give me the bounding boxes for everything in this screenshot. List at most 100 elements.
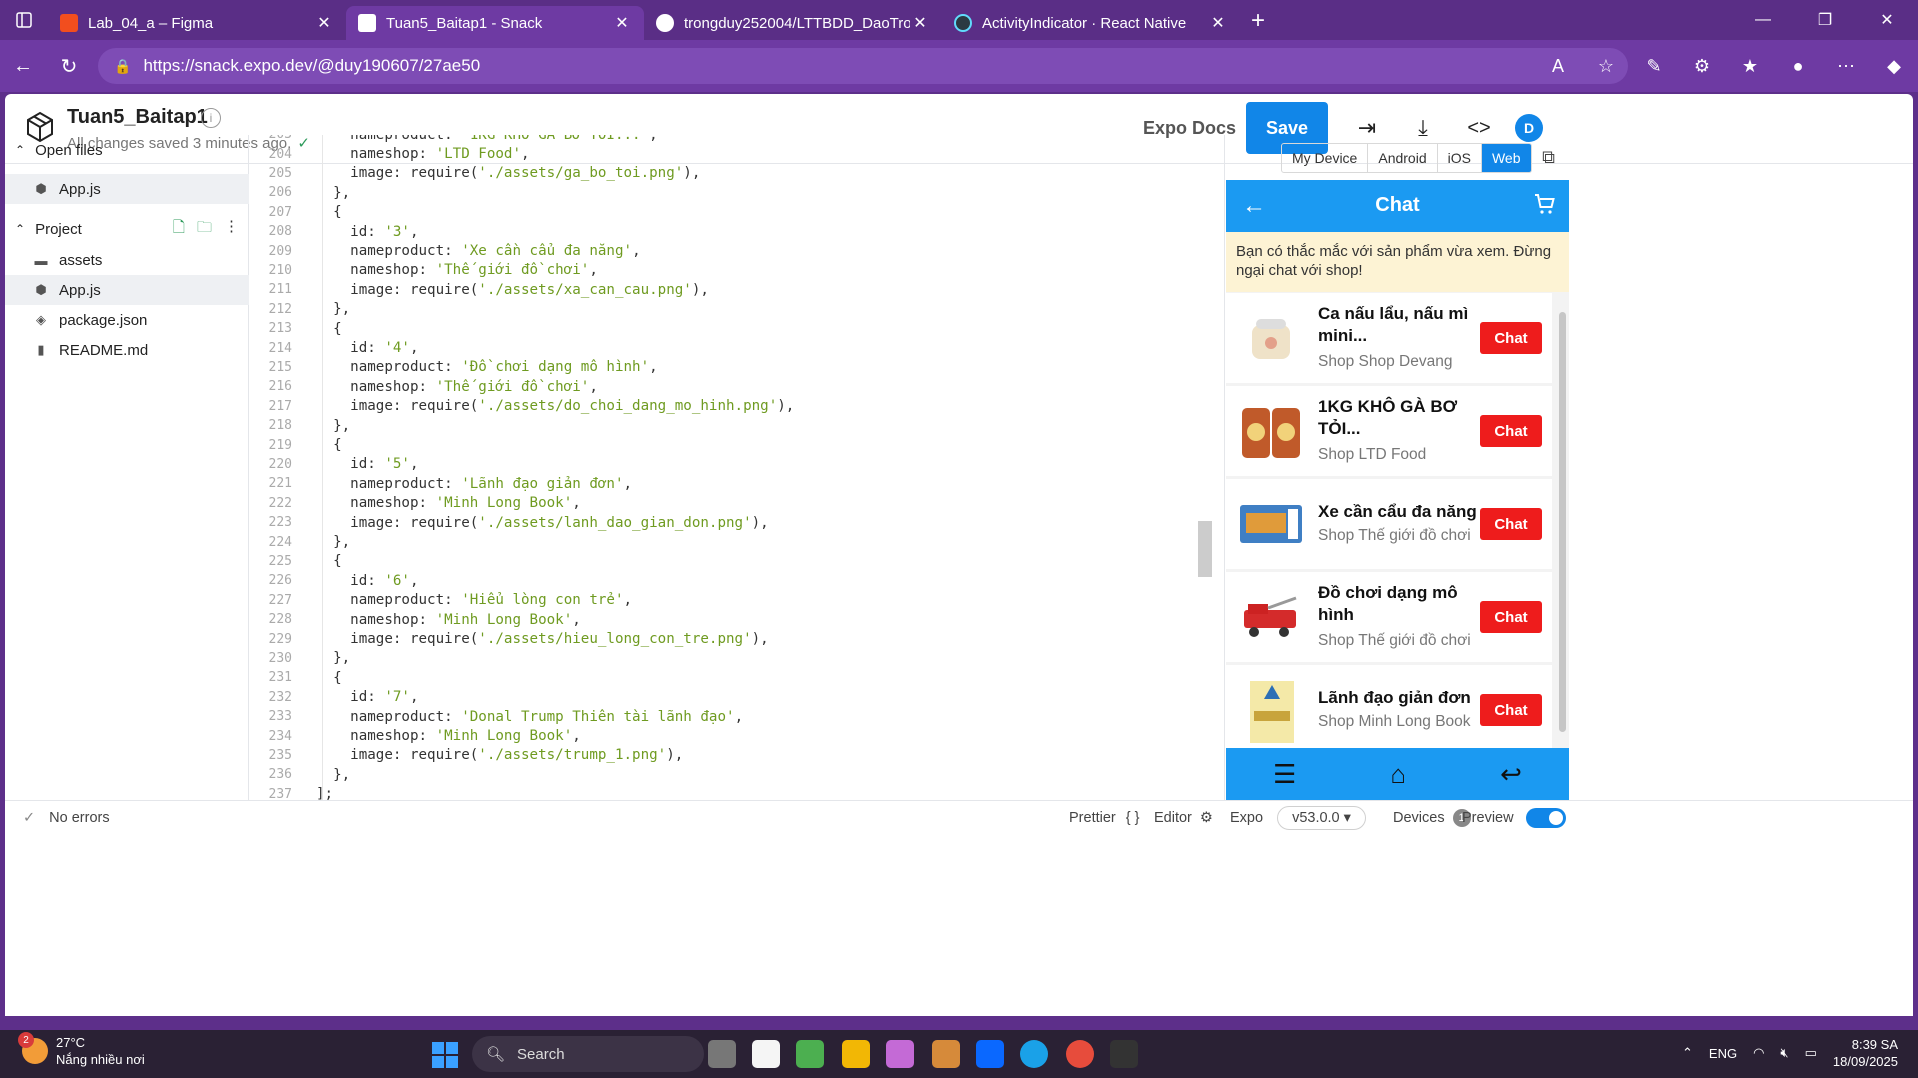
minimize-icon[interactable]: — (1732, 0, 1794, 40)
copilot-icon[interactable]: ◆ (1870, 46, 1918, 86)
restore-icon[interactable]: ❐ (1794, 0, 1856, 40)
editor-settings[interactable]: Editor ⚙ (1154, 810, 1213, 826)
chat-button[interactable]: Chat (1480, 508, 1542, 540)
close-icon[interactable]: ✕ (612, 13, 632, 33)
favorites-icon[interactable]: ★ (1726, 46, 1774, 86)
shop-name: Shop Minh Long Book (1318, 713, 1471, 730)
url-bar[interactable]: 🔒 https://snack.expo.dev/@duy190607/27ae… (98, 48, 1628, 84)
status-bar: ✓ No errors Prettier { } Editor ⚙ Expo v53.0… (5, 800, 1913, 834)
store-icon[interactable] (752, 1040, 780, 1068)
line-number: 228 (268, 612, 292, 628)
clock[interactable]: 8:39 SA 18/09/2025 (1833, 1036, 1898, 1070)
browser-tab-figma[interactable]: Lab_04_a – Figma ✕ (48, 6, 346, 40)
tree-item-package-json[interactable]: ◈ package.json (5, 305, 249, 335)
chevron-up-icon[interactable]: ⌃ (1682, 1045, 1693, 1061)
product-list[interactable]: Ca nấu lẩu, nấu mì mini... Shop Shop Dev… (1226, 293, 1569, 748)
file-label: App.js (59, 180, 101, 198)
close-icon[interactable]: ✕ (910, 13, 930, 33)
chat-title: Chat (1375, 194, 1420, 216)
line-number: 203 (250, 135, 292, 142)
taskbar-search[interactable]: 🔍︎ Search (472, 1036, 704, 1072)
tab-android[interactable]: Android (1368, 144, 1438, 172)
preview-switch[interactable] (1525, 807, 1566, 828)
code-line: 204 nameshop: 'LTD Food', (250, 144, 1222, 163)
battery-icon[interactable]: ▭ (1805, 1045, 1817, 1061)
tab-my-device[interactable]: My Device (1282, 144, 1369, 172)
browser-tab-github[interactable]: trongduy252004/LTTBDD_DaoTro ✕ (644, 6, 942, 40)
terminal-icon[interactable] (1110, 1040, 1138, 1068)
tree-item-app-js[interactable]: ⬢ App.js (5, 275, 249, 305)
add-folder-icon[interactable]: 🗀 (197, 217, 212, 242)
cart-icon[interactable] (1533, 192, 1557, 216)
error-status[interactable]: ✓ No errors (23, 810, 110, 826)
favorite-star-icon[interactable]: ☆ (1582, 46, 1630, 86)
tree-item-readme[interactable]: ▮ README.md (5, 335, 249, 365)
return-icon[interactable]: ↩ (1500, 759, 1522, 790)
preview-scrollbar[interactable] (1559, 302, 1566, 738)
browser-tab-react-native[interactable]: ActivityIndicator · React Native ✕ (942, 6, 1240, 40)
chat-button[interactable]: Chat (1480, 694, 1542, 726)
project-header[interactable]: ⌃ Project 🗋 🗀 ⋮ (5, 214, 249, 244)
add-file-icon[interactable]: 🗋 (173, 217, 185, 242)
editor-scrollbar[interactable] (1198, 521, 1212, 577)
tab-title: trongduy252004/LTTBDD_DaoTro (684, 14, 910, 32)
home-icon[interactable]: ⌂ (1390, 759, 1406, 790)
start-icon[interactable] (432, 1042, 458, 1068)
prettier-toggle[interactable]: Prettier { } (1069, 810, 1139, 826)
tree-item-assets[interactable]: ▬ assets (5, 245, 249, 275)
taskbar: 2 27°C Nắng nhiều nơi 🔍︎ Search ⌃ ENG ◠ 🔇︎… (0, 1030, 1918, 1078)
zalo-icon[interactable] (976, 1040, 1004, 1068)
volume-icon[interactable]: 🔇︎ (1780, 1045, 1788, 1061)
scrollbar-thumb[interactable] (1559, 312, 1566, 732)
open-file-app-js[interactable]: ⬢ App.js (5, 174, 249, 204)
close-window-icon[interactable]: ✕ (1856, 0, 1918, 40)
file-label: README.md (59, 341, 149, 359)
copilot-app-icon[interactable] (886, 1040, 914, 1068)
close-icon[interactable]: ✕ (1208, 13, 1228, 33)
close-icon[interactable]: ✕ (314, 13, 334, 33)
language-indicator[interactable]: ENG (1709, 1046, 1737, 1061)
task-view-icon[interactable] (708, 1040, 736, 1068)
more-icon[interactable]: ⋯ (1822, 46, 1870, 86)
code-text: { (316, 437, 342, 454)
open-external-icon[interactable]: ⧉ (1542, 147, 1555, 168)
edge-icon[interactable] (1020, 1040, 1048, 1068)
code-text: nameproduct: 'Đồ chơi dạng mô hình', (316, 359, 658, 376)
code-editor[interactable]: 203 nameproduct: '1KG KHÔ GÀ BƠ TỎI...',… (250, 135, 1222, 800)
profile-icon[interactable]: ● (1774, 46, 1822, 86)
chat-button[interactable]: Chat (1480, 322, 1542, 354)
sdk-version-select[interactable]: v53.0.0 ▾ (1277, 805, 1366, 830)
tab-ios[interactable]: iOS (1438, 144, 1482, 172)
devices-status[interactable]: Devices 1 (1393, 808, 1471, 827)
chat-button[interactable]: Chat (1480, 415, 1542, 447)
file-explorer-icon[interactable] (842, 1040, 870, 1068)
game-icon[interactable] (796, 1040, 824, 1068)
menu-icon[interactable]: ☰ (1273, 759, 1296, 790)
browser-tab-snack[interactable]: Tuan5_Baitap1 - Snack ✕ (346, 6, 644, 40)
line-number: 208 (268, 224, 292, 240)
tab-actions-icon[interactable] (0, 0, 48, 40)
line-number: 234 (268, 728, 292, 744)
code-line: 226 id: '6', (250, 571, 1222, 590)
tab-web[interactable]: Web (1481, 144, 1531, 172)
eyedropper-icon[interactable]: ✎ (1630, 46, 1678, 86)
character-app-icon[interactable] (932, 1040, 960, 1068)
chrome-icon[interactable] (1066, 1040, 1094, 1068)
refresh-icon[interactable]: ↻ (46, 46, 92, 86)
weather-widget[interactable]: 2 27°C Nắng nhiều nơi (18, 1032, 145, 1068)
preview-toggle[interactable]: Preview (1462, 807, 1566, 828)
extensions-icon[interactable]: ⚙ (1678, 46, 1726, 86)
project-title[interactable]: Tuan5_Baitap1 (67, 106, 208, 129)
chat-button[interactable]: Chat (1480, 601, 1542, 633)
code-text: }, (316, 650, 351, 667)
read-aloud-icon[interactable]: A (1534, 46, 1582, 86)
info-icon[interactable]: i (201, 108, 221, 128)
code-text: image: require('./assets/do_choi_dang_mo… (316, 398, 795, 415)
weather-badge: 2 (18, 1032, 34, 1048)
back-icon[interactable]: ← (0, 46, 46, 86)
open-files-header[interactable]: ⌃ Open files (5, 135, 249, 165)
wifi-icon[interactable]: ◠ (1753, 1045, 1764, 1061)
new-tab-button[interactable]: + (1240, 7, 1276, 35)
more-vertical-icon[interactable]: ⋮ (224, 217, 239, 242)
line-number: 204 (268, 146, 292, 162)
